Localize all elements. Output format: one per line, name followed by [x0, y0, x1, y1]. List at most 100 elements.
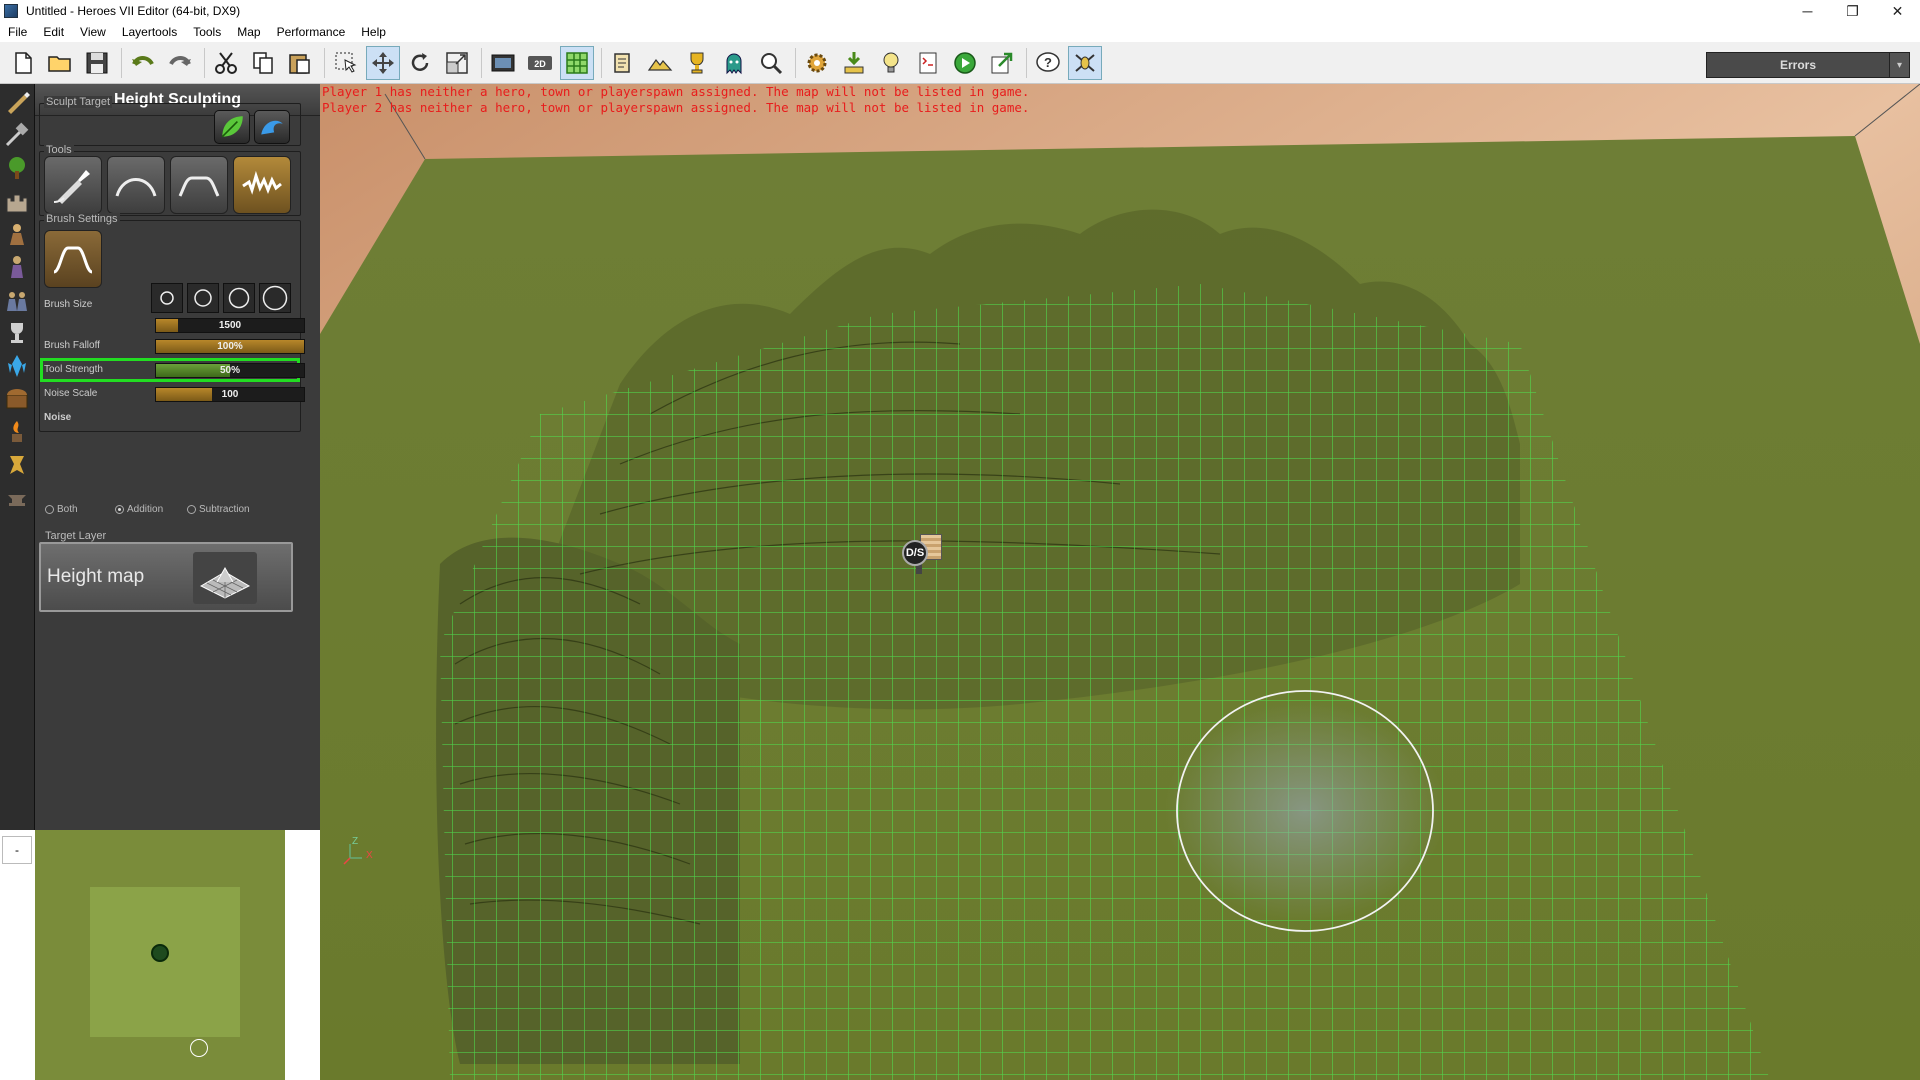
terrain-icon[interactable] — [643, 46, 677, 80]
3d-viewport[interactable]: D/S Z X — [320, 84, 1920, 1080]
brush-size-value: 1500 — [218, 320, 242, 331]
cut-icon[interactable] — [209, 46, 243, 80]
tool-strength-label: Tool Strength — [44, 364, 103, 375]
sculpt-target-label: Sculpt Target — [44, 96, 113, 108]
redo-icon[interactable] — [163, 46, 197, 80]
knight-icon[interactable] — [2, 252, 32, 282]
brush-tool-icon — [53, 170, 90, 204]
tool-strength-slider[interactable]: 50% — [155, 363, 305, 378]
paint-brush-icon[interactable] — [2, 87, 32, 117]
menu-tools[interactable]: Tools — [185, 25, 229, 39]
brush-shape-button[interactable] — [44, 230, 102, 288]
debug-icon[interactable] — [1068, 45, 1102, 80]
grid-icon[interactable] — [560, 45, 594, 80]
circle-medium-icon — [194, 289, 212, 307]
chest-icon[interactable] — [2, 384, 32, 414]
map-warnings: Player 1 has neither a hero, town or pla… — [322, 84, 1029, 116]
drop-icon[interactable] — [837, 46, 871, 80]
menu-performance[interactable]: Performance — [269, 25, 354, 39]
goblet-icon[interactable] — [2, 318, 32, 348]
minimap[interactable] — [35, 830, 285, 1080]
settings-gear-icon[interactable] — [800, 46, 834, 80]
menu-help[interactable]: Help — [353, 25, 394, 39]
scale-icon[interactable] — [440, 46, 474, 80]
brush-size-slider[interactable]: 1500 — [155, 318, 305, 333]
warning-message: Player 2 has neither a hero, town or pla… — [322, 100, 1030, 115]
save-icon[interactable] — [80, 46, 114, 80]
brush-settings-label: Brush Settings — [44, 213, 120, 225]
leaf-icon — [221, 116, 243, 138]
noise-scale-slider[interactable]: 100 — [155, 387, 305, 402]
brush-size-large-button[interactable] — [223, 283, 255, 313]
menu-view[interactable]: View — [72, 25, 114, 39]
crystal-icon[interactable] — [2, 351, 32, 381]
move-icon[interactable] — [366, 45, 400, 80]
sculpt-target-group: Sculpt Target — [39, 96, 301, 146]
close-button[interactable]: ✕ — [1875, 0, 1920, 22]
chevron-down-icon[interactable]: ▾ — [1889, 53, 1909, 77]
dwelling-spawn-marker[interactable]: D/S — [900, 534, 944, 574]
toolbar-divider — [121, 47, 122, 78]
menu-file[interactable]: File — [0, 25, 35, 39]
goal-icon[interactable] — [680, 46, 714, 80]
hero-icon[interactable] — [2, 219, 32, 249]
play-icon[interactable] — [948, 46, 982, 80]
rotate-icon[interactable] — [403, 46, 437, 80]
brush-size-small-button[interactable] — [151, 283, 183, 313]
select-icon[interactable] — [329, 46, 363, 80]
axis-z-label: Z — [352, 836, 359, 847]
minimize-button[interactable]: ─ — [1785, 0, 1830, 22]
sculpt-hammer-icon[interactable] — [2, 120, 32, 150]
sculpt-target-water-button[interactable] — [254, 110, 290, 144]
castle-icon[interactable] — [2, 186, 32, 216]
tool-raise-button[interactable] — [107, 156, 165, 214]
noise-option-both[interactable]: Both — [45, 504, 78, 515]
noise-option-subtraction[interactable]: Subtraction — [187, 504, 250, 515]
window-title: Untitled - Heroes VII Editor (64-bit, DX… — [26, 4, 241, 18]
screenshot-icon[interactable] — [486, 46, 520, 80]
copy-icon[interactable] — [246, 46, 280, 80]
open-folder-icon[interactable] — [43, 46, 77, 80]
restore-button[interactable]: ❐ — [1830, 0, 1875, 22]
circle-small-icon — [160, 291, 174, 305]
brush-falloff-value: 100% — [217, 341, 243, 352]
search-icon[interactable] — [754, 46, 788, 80]
export-icon[interactable] — [985, 46, 1019, 80]
errors-label: Errors — [1779, 58, 1817, 72]
fire-brazier-icon[interactable] — [2, 417, 32, 447]
tool-plateau-button[interactable] — [170, 156, 228, 214]
errors-dropdown[interactable]: Errors ▾ — [1706, 52, 1910, 78]
brush-falloff-slider[interactable]: 100% — [155, 339, 305, 354]
script-icon[interactable] — [911, 46, 945, 80]
army-icon[interactable] — [2, 285, 32, 315]
layer-tool-strip — [0, 84, 35, 830]
target-layer-value: Height map — [47, 566, 145, 587]
anvil-icon[interactable] — [2, 483, 32, 513]
noise-wave-icon — [242, 170, 282, 195]
new-file-icon[interactable] — [6, 46, 40, 80]
ribbon-icon[interactable] — [2, 450, 32, 480]
map-info-icon[interactable] — [606, 46, 640, 80]
menu-edit[interactable]: Edit — [35, 25, 72, 39]
toolbar-divider — [324, 47, 325, 78]
paste-icon[interactable] — [283, 46, 317, 80]
sculpt-target-land-button[interactable] — [214, 110, 250, 144]
2d-view-icon[interactable]: 2D — [523, 46, 557, 80]
light-bulb-icon[interactable] — [874, 46, 908, 80]
ghost-icon[interactable] — [717, 46, 751, 80]
target-layer-button[interactable]: Height map — [39, 542, 293, 612]
undo-icon[interactable] — [126, 46, 160, 80]
tool-brush-button[interactable] — [44, 156, 102, 214]
tool-noise-button[interactable] — [233, 156, 291, 214]
noise-option-addition[interactable]: Addition — [115, 504, 163, 515]
brush-falloff-label: Brush Falloff — [44, 340, 100, 351]
menu-bar: File Edit View Layertools Tools Map Perf… — [0, 22, 1920, 42]
brush-size-medium-button[interactable] — [187, 283, 219, 313]
menu-layertools[interactable]: Layertools — [114, 25, 185, 39]
svg-text:?: ? — [1044, 55, 1052, 70]
menu-map[interactable]: Map — [229, 25, 268, 39]
tree-icon[interactable] — [2, 153, 32, 183]
brush-size-xlarge-button[interactable] — [259, 283, 291, 313]
help-icon[interactable]: ? — [1031, 46, 1065, 80]
minimap-collapse-button[interactable]: - — [2, 836, 32, 864]
